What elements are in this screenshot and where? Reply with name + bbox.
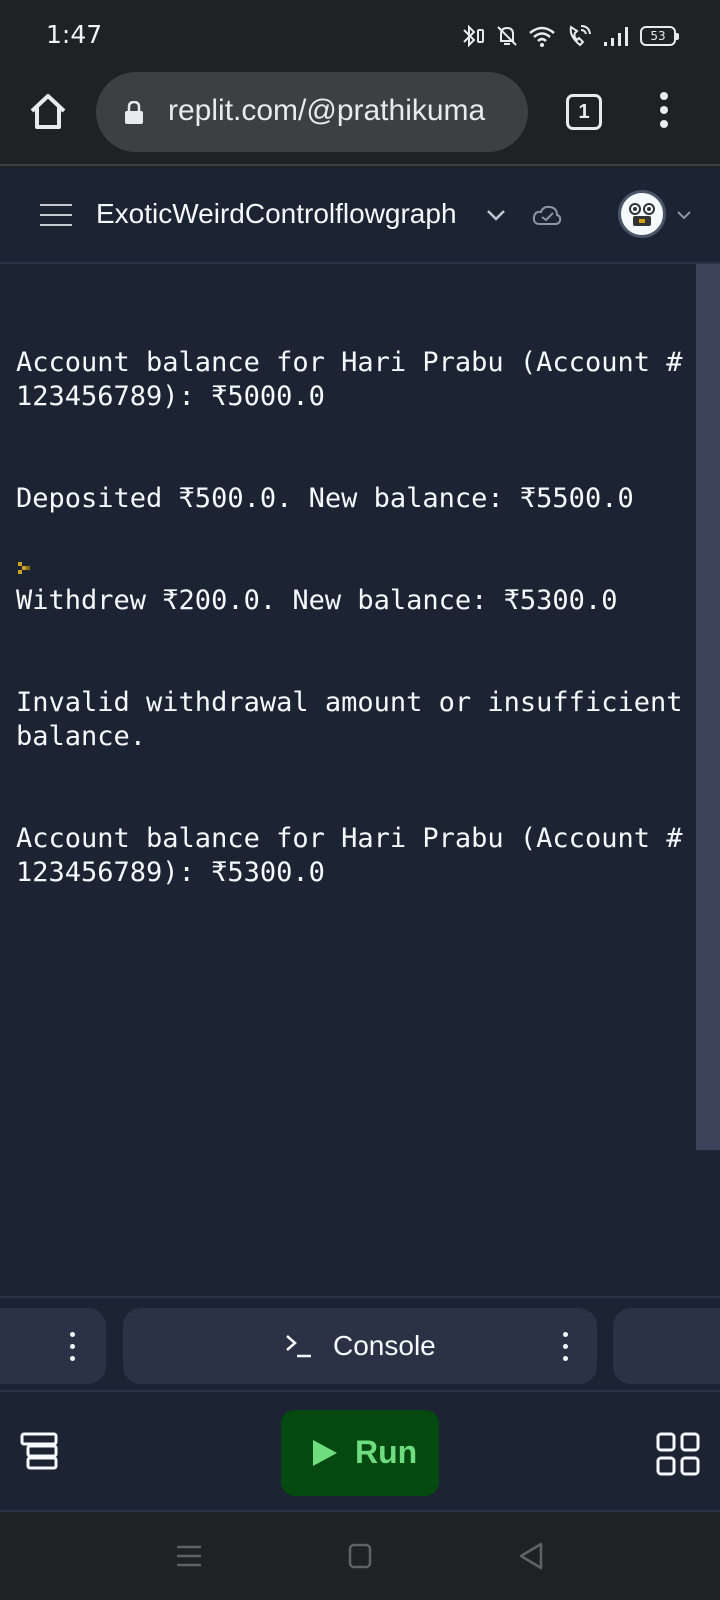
browser-menu-icon[interactable] [656,92,672,132]
files-icon[interactable] [20,1432,60,1472]
bell-off-icon [497,26,517,46]
home-icon[interactable] [26,90,70,134]
browser-toolbar: replit.com/@prathikuma 1 [0,70,720,166]
grid-icon[interactable] [656,1432,700,1476]
wifi-call-icon [569,25,591,47]
status-time: 1:47 [46,20,103,49]
run-label: Run [355,1434,418,1470]
lock-icon [125,101,143,124]
chevron-down-icon[interactable] [676,210,692,220]
bottom-toolbar: Run [0,1392,720,1512]
hamburger-menu-icon[interactable] [40,204,72,226]
prompt-icon [18,562,30,574]
battery-icon: 53 [640,26,679,46]
url-text: replit.com/@prathikuma [168,94,486,127]
console-line: Account balance for Hari Prabu (Account … [16,823,683,888]
tab-options-icon[interactable] [70,1332,76,1362]
bluetooth-vibrate-icon [463,24,484,48]
nav-home-icon[interactable] [348,1543,372,1569]
console-line: Deposited ₹500.0. New balance: ₹5500.0 [16,483,634,514]
back-icon[interactable] [518,1542,544,1570]
status-bar: 1:47 53 [0,0,720,70]
console-line: Withdrew ₹200.0. New balance: ₹5300.0 [16,585,618,616]
run-button[interactable]: Run [281,1410,439,1496]
chevron-down-icon[interactable] [486,208,506,222]
tab-right[interactable] [613,1308,720,1384]
scrollbar[interactable] [696,264,720,1150]
avatar-image [629,203,655,226]
tab-left[interactable] [0,1308,106,1384]
terminal-icon [286,1335,311,1358]
tab-switcher-button[interactable]: 1 [566,94,602,130]
status-icons: 53 [460,22,679,50]
repl-name[interactable]: ExoticWeirdControlflowgraph [96,198,457,230]
tab-console[interactable]: Console [123,1308,597,1384]
console-line: Account balance for Hari Prabu (Account … [16,347,683,412]
wifi-icon [529,26,555,47]
console-panel[interactable]: Account balance for Hari Prabu (Account … [0,264,720,1296]
system-nav-bar [0,1514,720,1600]
cloud-saved-icon [532,205,562,225]
recent-apps-icon[interactable] [176,1544,202,1568]
tab-options-icon[interactable] [563,1332,569,1362]
play-icon [313,1440,337,1466]
avatar[interactable] [618,190,666,238]
address-bar[interactable]: replit.com/@prathikuma [96,72,528,152]
repl-header: ExoticWeirdControlflowgraph [0,168,720,264]
console-output: Account balance for Hari Prabu (Account … [16,278,692,958]
signal-icon [604,27,628,46]
console-line: Invalid withdrawal amount or insufficien… [16,687,699,752]
pane-tabs: Console [0,1296,720,1392]
tab-console-label: Console [333,1330,436,1361]
